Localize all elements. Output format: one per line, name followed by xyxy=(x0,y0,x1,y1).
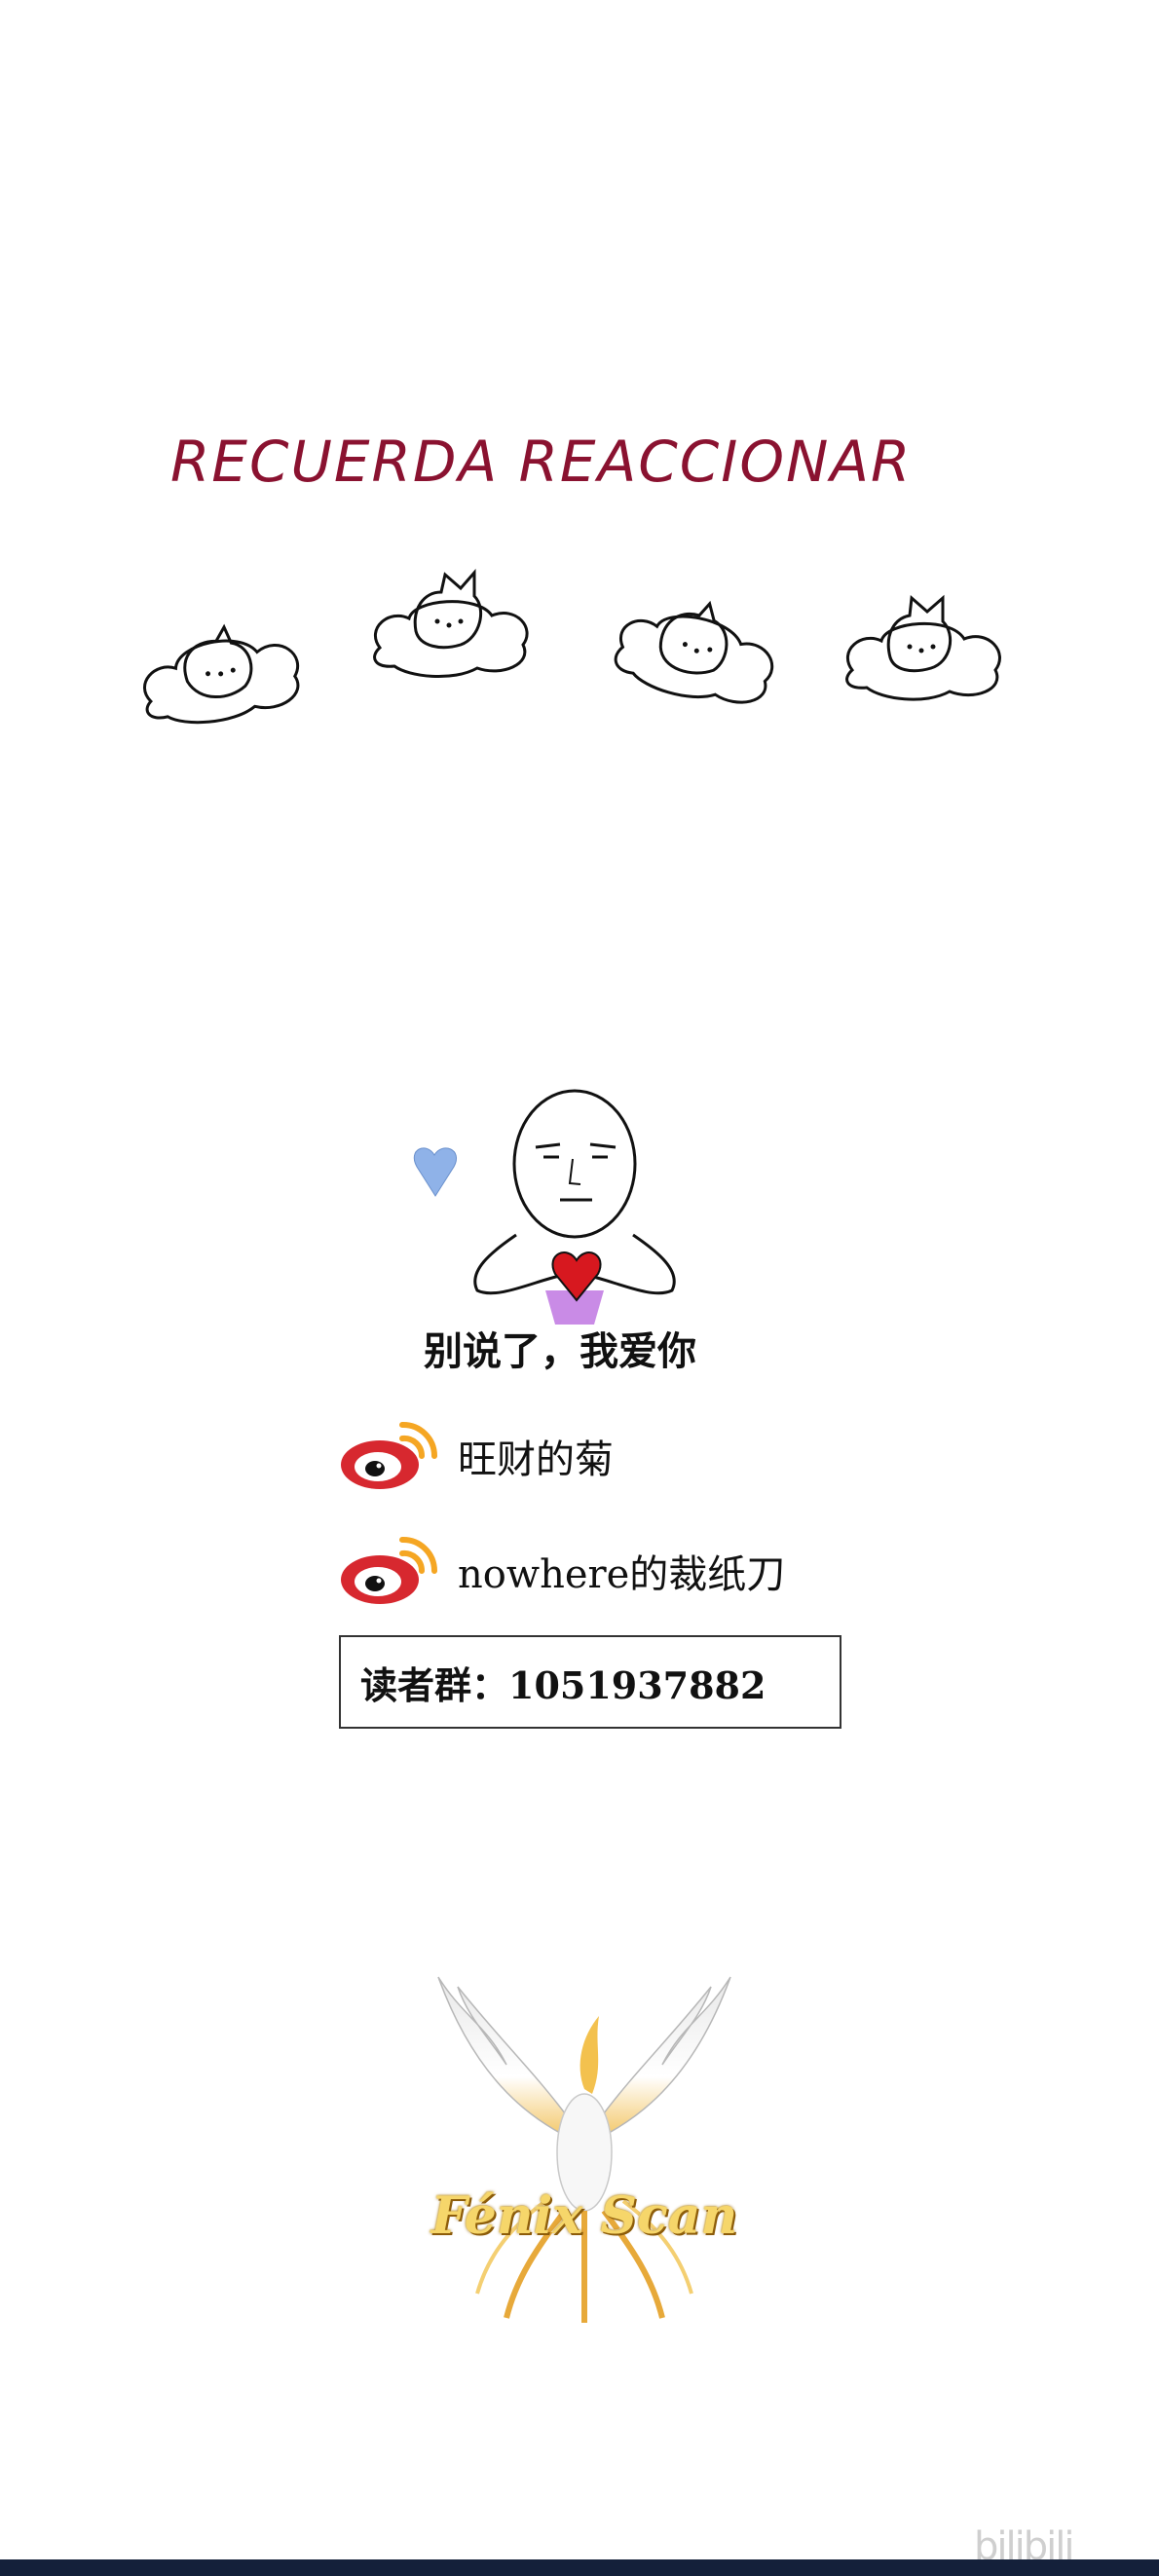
social-handle: 旺财的菊 xyxy=(458,1437,614,1482)
reaction-cat-4[interactable] xyxy=(828,565,1013,721)
social-handle: nowhere的裁纸刀 xyxy=(458,1552,786,1597)
reminder-title: RECUERDA REACCIONAR xyxy=(170,429,913,495)
cat-cloud-icon xyxy=(614,600,774,704)
reaction-cat-2[interactable] xyxy=(355,545,541,701)
social-item-1[interactable]: 旺财的菊 xyxy=(336,1417,614,1495)
reaction-cat-3[interactable] xyxy=(589,547,803,738)
reader-group-box[interactable]: 读者群：1051937882 xyxy=(339,1635,841,1729)
meme-sticker: 别说了，我爱你 xyxy=(399,1081,721,1383)
reaction-cat-1[interactable] xyxy=(117,573,321,753)
cat-cloud-icon xyxy=(143,623,300,725)
weibo-icon xyxy=(341,1536,437,1604)
bottom-bar xyxy=(0,2559,1159,2576)
reaction-row xyxy=(127,526,1023,789)
fenix-scan-logo: Fénix Scan xyxy=(419,1958,750,2328)
cat-cloud-icon xyxy=(373,569,529,679)
weibo-icon xyxy=(341,1421,437,1489)
reader-group-text: 读者群：1051937882 xyxy=(360,1662,766,1707)
meme-face-illustration xyxy=(413,1089,676,1325)
cat-cloud-icon xyxy=(845,594,1001,701)
social-item-2[interactable]: nowhere的裁纸刀 xyxy=(336,1532,785,1610)
meme-caption: 别说了，我爱你 xyxy=(424,1329,696,1374)
blue-heart-icon xyxy=(413,1147,457,1197)
logo-text: Fénix Scan xyxy=(430,2186,738,2246)
phoenix-icon xyxy=(437,1976,731,2323)
